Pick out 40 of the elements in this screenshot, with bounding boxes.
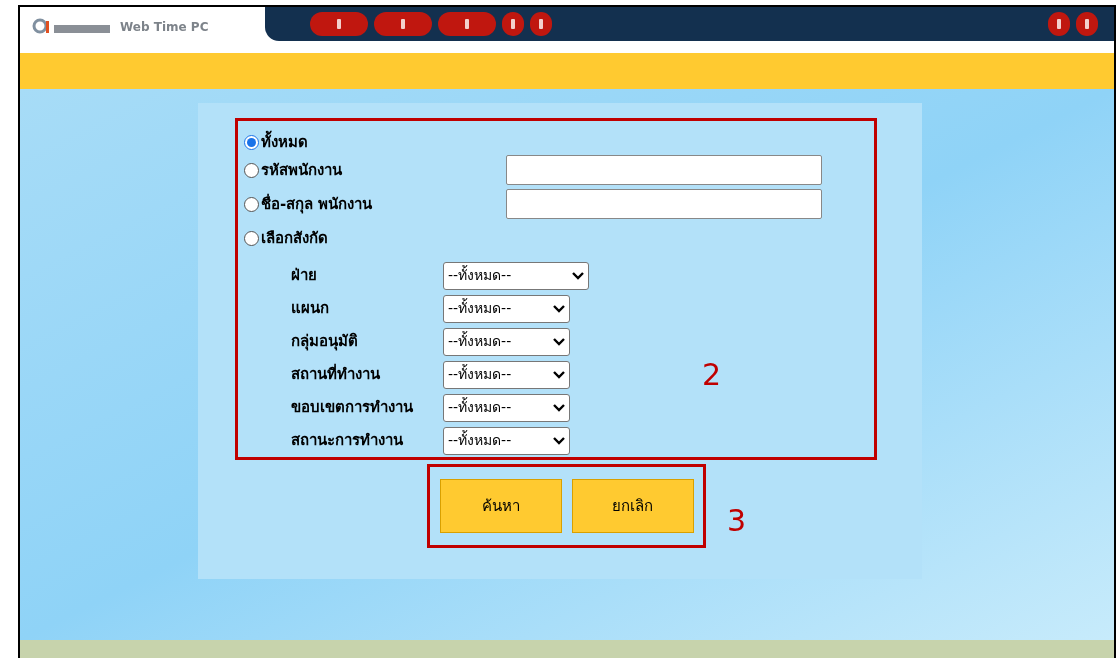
callout-number: 2	[702, 356, 722, 394]
dropdown[interactable]: --ทั้งหมด--	[443, 393, 570, 422]
dropdown[interactable]: --ทั้งหมด--	[443, 426, 570, 455]
radio-option[interactable]: ชื่อ-สกุล พนักงาน	[244, 192, 506, 216]
app-title: Web Time PC	[120, 19, 209, 36]
field-label: สถานะการทำงาน	[291, 430, 404, 452]
nav-button[interactable]	[310, 12, 368, 36]
nav-button[interactable]	[438, 12, 496, 36]
nav-button[interactable]	[1076, 12, 1098, 36]
chevron-icon	[553, 304, 565, 313]
dropdown[interactable]: --ทั้งหมด--	[443, 294, 570, 323]
nav-button[interactable]	[374, 12, 432, 36]
action-button[interactable]: ค้นหา	[439, 479, 562, 533]
chevron-icon	[553, 403, 565, 412]
radio-option[interactable]: ทั้งหมด	[244, 130, 506, 154]
field-label: ฝ่าย	[291, 265, 318, 287]
field-label: แผนก	[291, 298, 330, 320]
chevron-icon	[553, 370, 565, 379]
text-field[interactable]	[506, 189, 822, 219]
nav-button[interactable]	[1048, 12, 1070, 36]
radio-button[interactable]	[244, 134, 259, 150]
dropdown[interactable]: --ทั้งหมด--	[443, 261, 589, 290]
field-label: กลุ่มอนุมัติ	[291, 331, 359, 353]
callout-number: 3	[727, 502, 747, 540]
field-label: สถานที่ทำงาน	[291, 363, 381, 386]
radio-button[interactable]	[244, 196, 259, 212]
chevron-icon	[553, 337, 565, 346]
radio-button[interactable]	[244, 162, 259, 178]
radio-option[interactable]: เลือกสังกัด	[244, 226, 506, 250]
chevron-icon	[553, 436, 565, 445]
dropdown[interactable]: --ทั้งหมด--	[443, 360, 570, 389]
text-field[interactable]	[506, 155, 822, 185]
nav-button[interactable]	[530, 12, 552, 36]
nav-button[interactable]	[502, 12, 524, 36]
dropdown[interactable]: --ทั้งหมด--	[443, 327, 570, 356]
radio-button[interactable]	[244, 230, 259, 246]
field-label: ขอบเขตการทำงาน	[291, 397, 414, 419]
chevron-icon	[572, 271, 584, 280]
action-button[interactable]: ยกเลิก	[571, 479, 694, 533]
radio-option[interactable]: รหัสพนักงาน	[244, 158, 506, 182]
